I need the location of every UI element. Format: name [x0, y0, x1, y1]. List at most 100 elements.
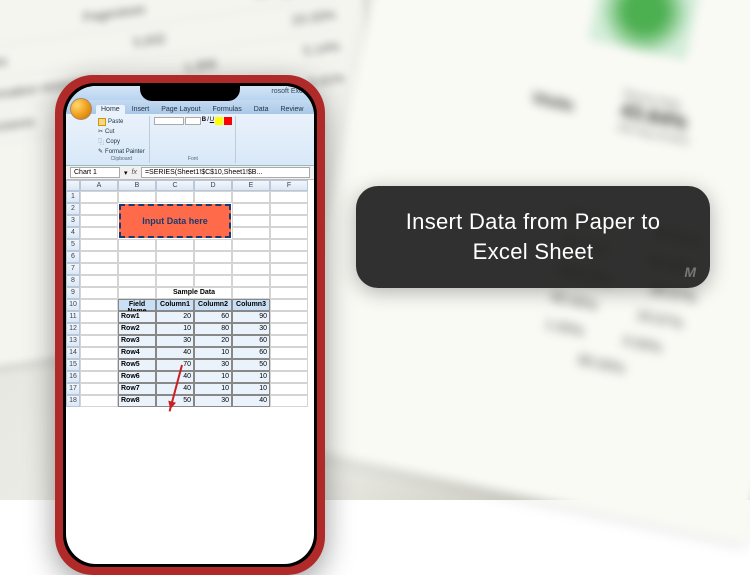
row-header[interactable]: 5 — [66, 239, 80, 251]
underline-button[interactable]: U — [210, 117, 214, 125]
row-header[interactable]: 1 — [66, 191, 80, 203]
row-header[interactable]: 12 — [66, 323, 80, 335]
spreadsheet-grid[interactable]: ABCDEF12Input Data here3456789Sample Dat… — [66, 180, 314, 407]
table-data-cell[interactable]: 30 — [156, 335, 194, 347]
empty-cell[interactable] — [232, 191, 270, 203]
row-header[interactable]: 3 — [66, 215, 80, 227]
table-data-cell[interactable]: Row5 — [118, 359, 156, 371]
table-data-cell[interactable]: Row2 — [118, 323, 156, 335]
table-data-cell[interactable]: 30 — [194, 395, 232, 407]
italic-button[interactable]: I — [207, 117, 209, 125]
column-header[interactable]: B — [118, 180, 156, 191]
dropdown-icon[interactable]: ▾ — [124, 169, 128, 177]
table-data-cell[interactable]: Row7 — [118, 383, 156, 395]
table-data-cell[interactable]: 20 — [156, 311, 194, 323]
table-data-cell[interactable]: 40 — [232, 395, 270, 407]
table-data-cell[interactable]: 90 — [232, 311, 270, 323]
empty-cell[interactable] — [194, 191, 232, 203]
table-header-cell[interactable]: Column1 — [156, 299, 194, 311]
empty-cell[interactable] — [232, 275, 270, 287]
empty-cell[interactable] — [118, 251, 156, 263]
table-data-cell[interactable]: 10 — [194, 383, 232, 395]
format-painter-button[interactable]: ✎Format Painter — [97, 147, 146, 156]
empty-cell[interactable] — [270, 227, 308, 239]
empty-cell[interactable] — [80, 239, 118, 251]
empty-cell[interactable] — [270, 395, 308, 407]
column-header[interactable]: D — [194, 180, 232, 191]
tab-review[interactable]: Review — [276, 105, 309, 114]
paste-button[interactable]: Paste — [97, 117, 146, 127]
empty-cell[interactable] — [270, 359, 308, 371]
formula-input[interactable]: =SERIES(Sheet1!$C$10,Sheet1!$B... — [141, 167, 310, 178]
empty-cell[interactable] — [80, 383, 118, 395]
empty-cell[interactable] — [118, 263, 156, 275]
empty-cell[interactable] — [80, 299, 118, 311]
name-box[interactable]: Chart 1 — [70, 167, 120, 178]
empty-cell[interactable] — [194, 251, 232, 263]
empty-cell[interactable] — [232, 251, 270, 263]
corner-cell[interactable] — [66, 180, 80, 191]
row-header[interactable]: 11 — [66, 311, 80, 323]
empty-cell[interactable] — [80, 347, 118, 359]
empty-cell[interactable] — [232, 227, 270, 239]
empty-cell[interactable] — [118, 191, 156, 203]
tab-insert[interactable]: Insert — [127, 105, 155, 114]
row-header[interactable]: 17 — [66, 383, 80, 395]
table-data-cell[interactable]: 20 — [194, 335, 232, 347]
column-header[interactable]: F — [270, 180, 308, 191]
empty-cell[interactable] — [80, 263, 118, 275]
table-data-cell[interactable]: 10 — [156, 323, 194, 335]
empty-cell[interactable] — [270, 323, 308, 335]
fill-color-button[interactable] — [215, 117, 223, 125]
cut-button[interactable]: ✂Cut — [97, 127, 146, 136]
empty-cell[interactable] — [80, 227, 118, 239]
empty-cell[interactable] — [80, 203, 118, 215]
empty-cell[interactable] — [270, 215, 308, 227]
row-header[interactable]: 8 — [66, 275, 80, 287]
row-header[interactable]: 13 — [66, 335, 80, 347]
table-data-cell[interactable]: 40 — [156, 371, 194, 383]
table-header-cell[interactable]: Field Name — [118, 299, 156, 311]
empty-cell[interactable] — [156, 239, 194, 251]
empty-cell[interactable] — [270, 239, 308, 251]
empty-cell[interactable] — [80, 275, 118, 287]
empty-cell[interactable] — [270, 311, 308, 323]
row-header[interactable]: 2 — [66, 203, 80, 215]
empty-cell[interactable] — [232, 203, 270, 215]
bold-button[interactable]: B — [202, 117, 206, 125]
table-data-cell[interactable]: Row3 — [118, 335, 156, 347]
table-data-cell[interactable]: Row1 — [118, 311, 156, 323]
tab-page-layout[interactable]: Page Layout — [156, 105, 205, 114]
empty-cell[interactable] — [270, 203, 308, 215]
empty-cell[interactable] — [270, 371, 308, 383]
empty-cell[interactable] — [270, 287, 308, 299]
table-data-cell[interactable]: 60 — [232, 335, 270, 347]
empty-cell[interactable] — [80, 191, 118, 203]
empty-cell[interactable] — [118, 287, 156, 299]
table-data-cell[interactable]: Row8 — [118, 395, 156, 407]
column-header[interactable]: E — [232, 180, 270, 191]
row-header[interactable]: 15 — [66, 359, 80, 371]
font-color-button[interactable] — [224, 117, 232, 125]
copy-button[interactable]: ⿻Copy — [97, 136, 146, 147]
empty-cell[interactable] — [80, 251, 118, 263]
empty-cell[interactable] — [270, 251, 308, 263]
empty-cell[interactable] — [194, 263, 232, 275]
empty-cell[interactable] — [270, 299, 308, 311]
empty-cell[interactable] — [194, 239, 232, 251]
fx-icon[interactable]: fx — [132, 169, 137, 176]
empty-cell[interactable] — [80, 395, 118, 407]
empty-cell[interactable] — [232, 263, 270, 275]
row-header[interactable]: 4 — [66, 227, 80, 239]
font-selector[interactable] — [154, 117, 184, 125]
empty-cell[interactable] — [232, 215, 270, 227]
table-data-cell[interactable]: Row6 — [118, 371, 156, 383]
table-data-cell[interactable]: 10 — [194, 347, 232, 359]
row-header[interactable]: 18 — [66, 395, 80, 407]
empty-cell[interactable] — [270, 191, 308, 203]
row-header[interactable]: 6 — [66, 251, 80, 263]
empty-cell[interactable] — [80, 335, 118, 347]
row-header[interactable]: 10 — [66, 299, 80, 311]
row-header[interactable]: 9 — [66, 287, 80, 299]
table-data-cell[interactable]: 70 — [156, 359, 194, 371]
